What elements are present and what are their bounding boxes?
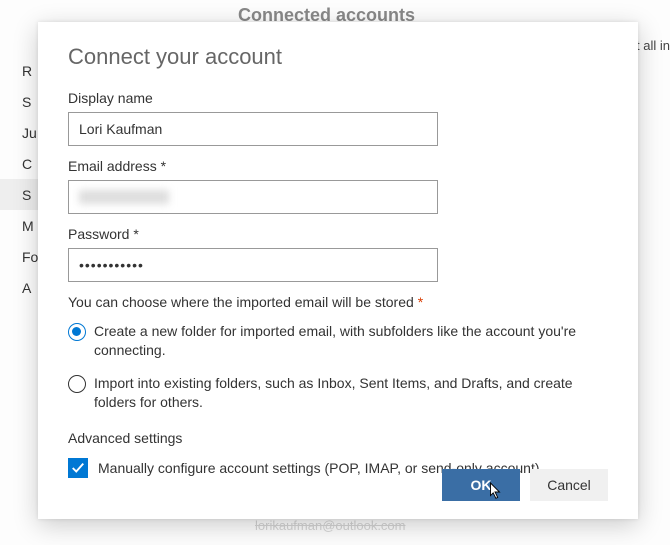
- sidebar-item[interactable]: R: [0, 55, 38, 86]
- sidebar-item[interactable]: M: [0, 210, 38, 241]
- checkmark-icon: [68, 458, 88, 478]
- password-label: Password *: [68, 226, 608, 242]
- sidebar-item[interactable]: C: [0, 148, 38, 179]
- email-label: Email address *: [68, 158, 608, 174]
- advanced-settings-label: Advanced settings: [68, 430, 608, 446]
- cancel-button[interactable]: Cancel: [530, 469, 608, 501]
- sidebar-item[interactable]: Fo: [0, 241, 38, 272]
- redacted-email: [79, 190, 169, 204]
- sidebar-item[interactable]: Ju: [0, 117, 38, 148]
- radio-import-existing[interactable]: Import into existing folders, such as In…: [68, 374, 608, 412]
- sidebar-item[interactable]: S: [0, 86, 38, 117]
- connect-account-dialog: Connect your account Display name Email …: [38, 22, 638, 519]
- radio-label: Import into existing folders, such as In…: [94, 374, 608, 412]
- background-email: lorikaufman@outlook.com: [255, 518, 405, 533]
- display-name-input[interactable]: [68, 112, 438, 146]
- ok-button[interactable]: OK: [442, 469, 520, 501]
- radio-create-folder[interactable]: Create a new folder for imported email, …: [68, 322, 608, 360]
- storage-help-text: You can choose where the imported email …: [68, 294, 608, 310]
- password-input[interactable]: [68, 248, 438, 282]
- dialog-title: Connect your account: [68, 44, 608, 70]
- sidebar-item[interactable]: S: [0, 179, 38, 210]
- email-input[interactable]: [68, 180, 438, 214]
- settings-sidebar: R S Ju C S M Fo A: [0, 55, 38, 303]
- radio-icon: [68, 323, 86, 341]
- radio-label: Create a new folder for imported email, …: [94, 322, 608, 360]
- display-name-label: Display name: [68, 90, 608, 106]
- sidebar-item[interactable]: A: [0, 272, 38, 303]
- radio-icon: [68, 375, 86, 393]
- dialog-buttons: OK Cancel: [442, 469, 608, 501]
- background-text: t all in: [636, 38, 670, 53]
